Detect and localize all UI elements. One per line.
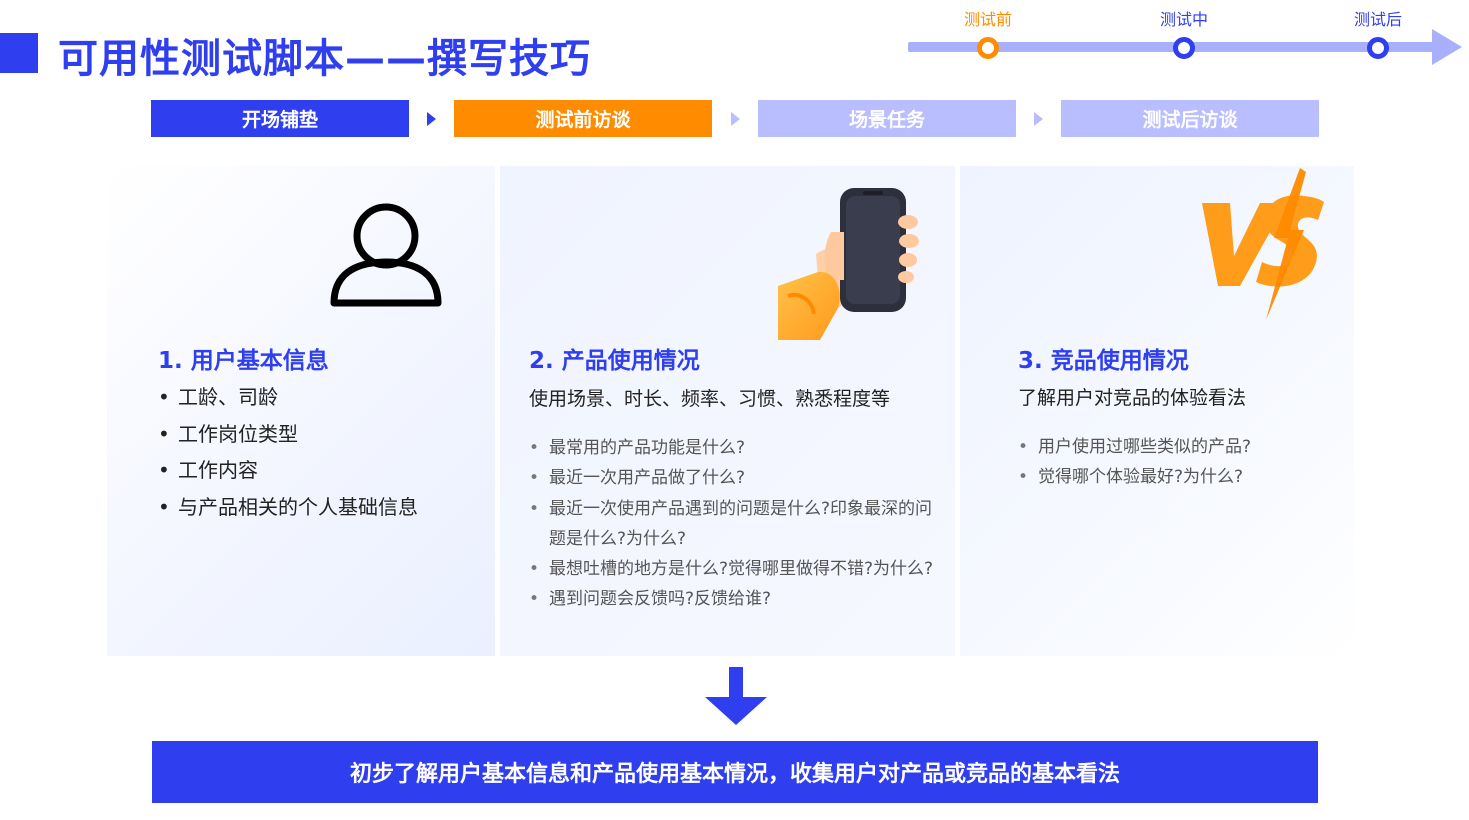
card-3-title: 3. 竞品使用情况 (1018, 348, 1189, 374)
list-item: 工作岗位类型 (158, 416, 418, 453)
stage-pre-interview: 测试前访谈 (454, 100, 712, 137)
list-item: 最近一次使用产品遇到的问题是什么?印象最深的问题是什么?为什么? (529, 494, 939, 555)
list-item: 最想吐槽的地方是什么?觉得哪里做得不错?为什么? (529, 554, 939, 585)
stage-opening: 开场铺垫 (151, 100, 409, 137)
chevron-right-icon (731, 112, 740, 126)
arrow-down-icon (705, 667, 767, 725)
list-item: 与产品相关的个人基础信息 (158, 489, 418, 526)
timeline-dot-before (977, 37, 999, 59)
list-item: 最近一次用产品做了什么? (529, 463, 939, 494)
stage-post-interview: 测试后访谈 (1061, 100, 1319, 137)
card-1-list: 工龄、司龄 工作岗位类型 工作内容 与产品相关的个人基础信息 (158, 379, 418, 525)
list-item: 觉得哪个体验最好?为什么? (1018, 462, 1338, 493)
card-2-title: 2. 产品使用情况 (529, 348, 700, 374)
card-2-list: 最常用的产品功能是什么? 最近一次用产品做了什么? 最近一次使用产品遇到的问题是… (529, 433, 939, 615)
card-3-list: 用户使用过哪些类似的产品? 觉得哪个体验最好?为什么? (1018, 432, 1338, 493)
list-item: 用户使用过哪些类似的产品? (1018, 432, 1338, 463)
title-accent-bar (0, 33, 38, 73)
timeline-dot-during (1173, 37, 1195, 59)
phone-hand-icon (778, 188, 919, 340)
timeline-dot-after (1367, 37, 1389, 59)
card-1-title: 1. 用户基本信息 (158, 348, 329, 374)
stage-scenario-tasks: 场景任务 (758, 100, 1016, 137)
timeline-label-during: 测试中 (1159, 10, 1209, 29)
page-title: 可用性测试脚本——撰写技巧 (58, 36, 591, 82)
card-2-subtitle: 使用场景、时长、频率、习惯、熟悉程度等 (529, 388, 891, 410)
summary-banner: 初步了解用户基本信息和产品使用基本情况，收集用户对产品或竞品的基本看法 (152, 741, 1318, 803)
list-item: 遇到问题会反馈吗?反馈给谁? (529, 584, 939, 615)
list-item: 工作内容 (158, 452, 418, 489)
list-item: 工龄、司龄 (158, 379, 418, 416)
progress-timeline: 测试前 测试中 测试后 (906, 0, 1466, 80)
card-3-subtitle: 了解用户对竞品的体验看法 (1018, 387, 1247, 409)
user-icon (330, 203, 442, 307)
timeline-label-before: 测试前 (963, 10, 1013, 29)
vs-icon (1202, 168, 1324, 320)
chevron-right-icon (1034, 112, 1043, 126)
timeline-label-after: 测试后 (1353, 10, 1403, 29)
list-item: 最常用的产品功能是什么? (529, 433, 939, 464)
timeline-arrow-icon (1432, 29, 1462, 65)
chevron-right-icon (427, 112, 436, 126)
